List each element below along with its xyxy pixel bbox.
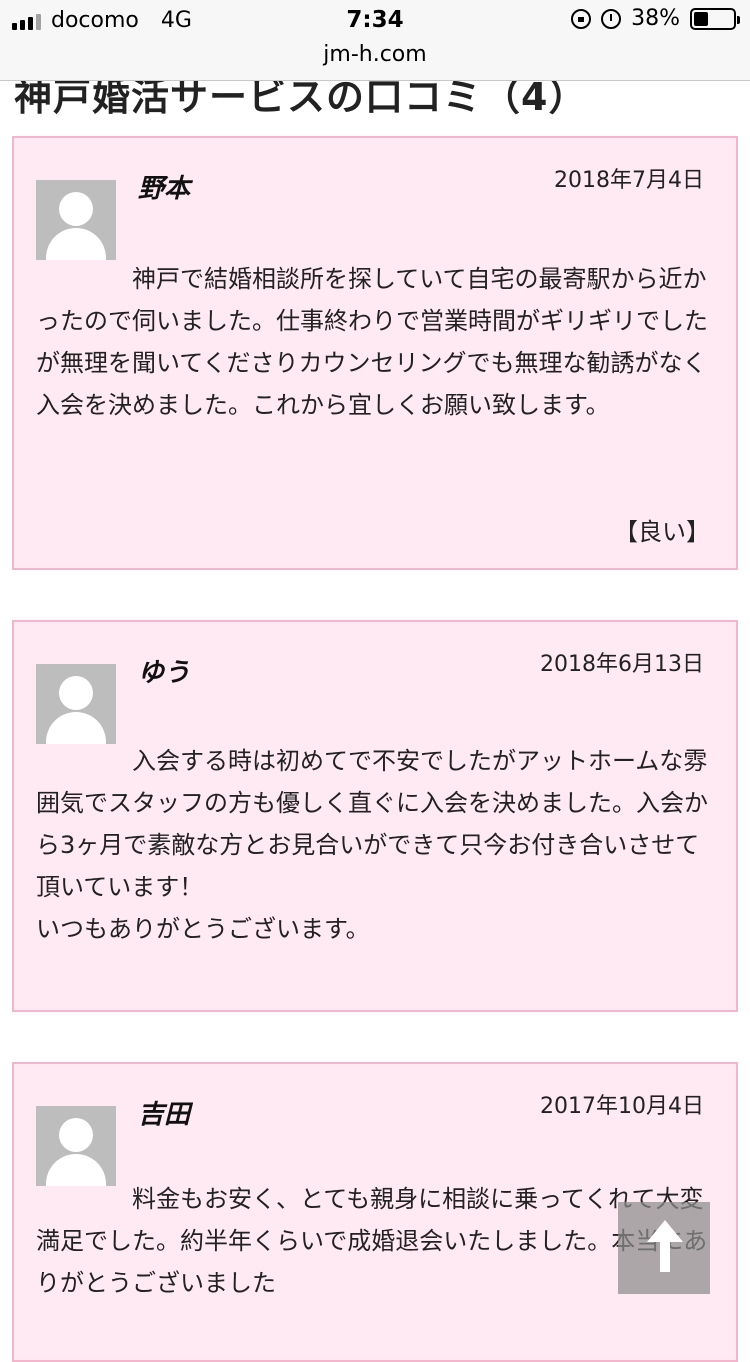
scroll-to-top-button[interactable]: [618, 1202, 710, 1294]
review-date: 2018年7月4日: [554, 168, 704, 193]
battery-percent: 38%: [631, 6, 680, 31]
review-card: 野本 2018年7月4日 神戸で結婚相談所を探していて自宅の最寄駅から近かったの…: [12, 136, 738, 570]
reviewer-name: 野本: [138, 174, 191, 204]
review-text: 料金もお安く、とても親身に相談に乗ってくれて大変満足でした。約半年くらいで成婚退…: [36, 1185, 708, 1297]
review-text: 神戸で結婚相談所を探していて自宅の最寄駅から近かったので伺いました。仕事終わりで…: [36, 265, 708, 419]
address-bar-url[interactable]: jm-h.com: [0, 42, 750, 67]
avatar: [36, 1106, 116, 1186]
rating-label: 【良い】: [614, 518, 710, 546]
avatar: [36, 664, 116, 744]
rotation-lock-icon: [571, 8, 592, 29]
review-text: 入会する時は初めてで不安でしたがアットホームな雰囲気でスタッフの方も優しく直ぐに…: [36, 747, 708, 943]
reviewer-name: 吉田: [138, 1100, 191, 1130]
review-date: 2017年10月4日: [540, 1094, 704, 1119]
review-date: 2018年6月13日: [540, 652, 704, 677]
avatar: [36, 180, 116, 260]
review-card: ゆう 2018年6月13日 入会する時は初めてで不安でしたがアットホームな雰囲気…: [12, 620, 738, 1012]
battery-icon: [690, 7, 740, 30]
alarm-icon: [601, 8, 622, 29]
status-bar: docomo 4G 7:34 jm-h.com 38%: [0, 0, 750, 81]
reviewer-name: ゆう: [138, 658, 191, 688]
